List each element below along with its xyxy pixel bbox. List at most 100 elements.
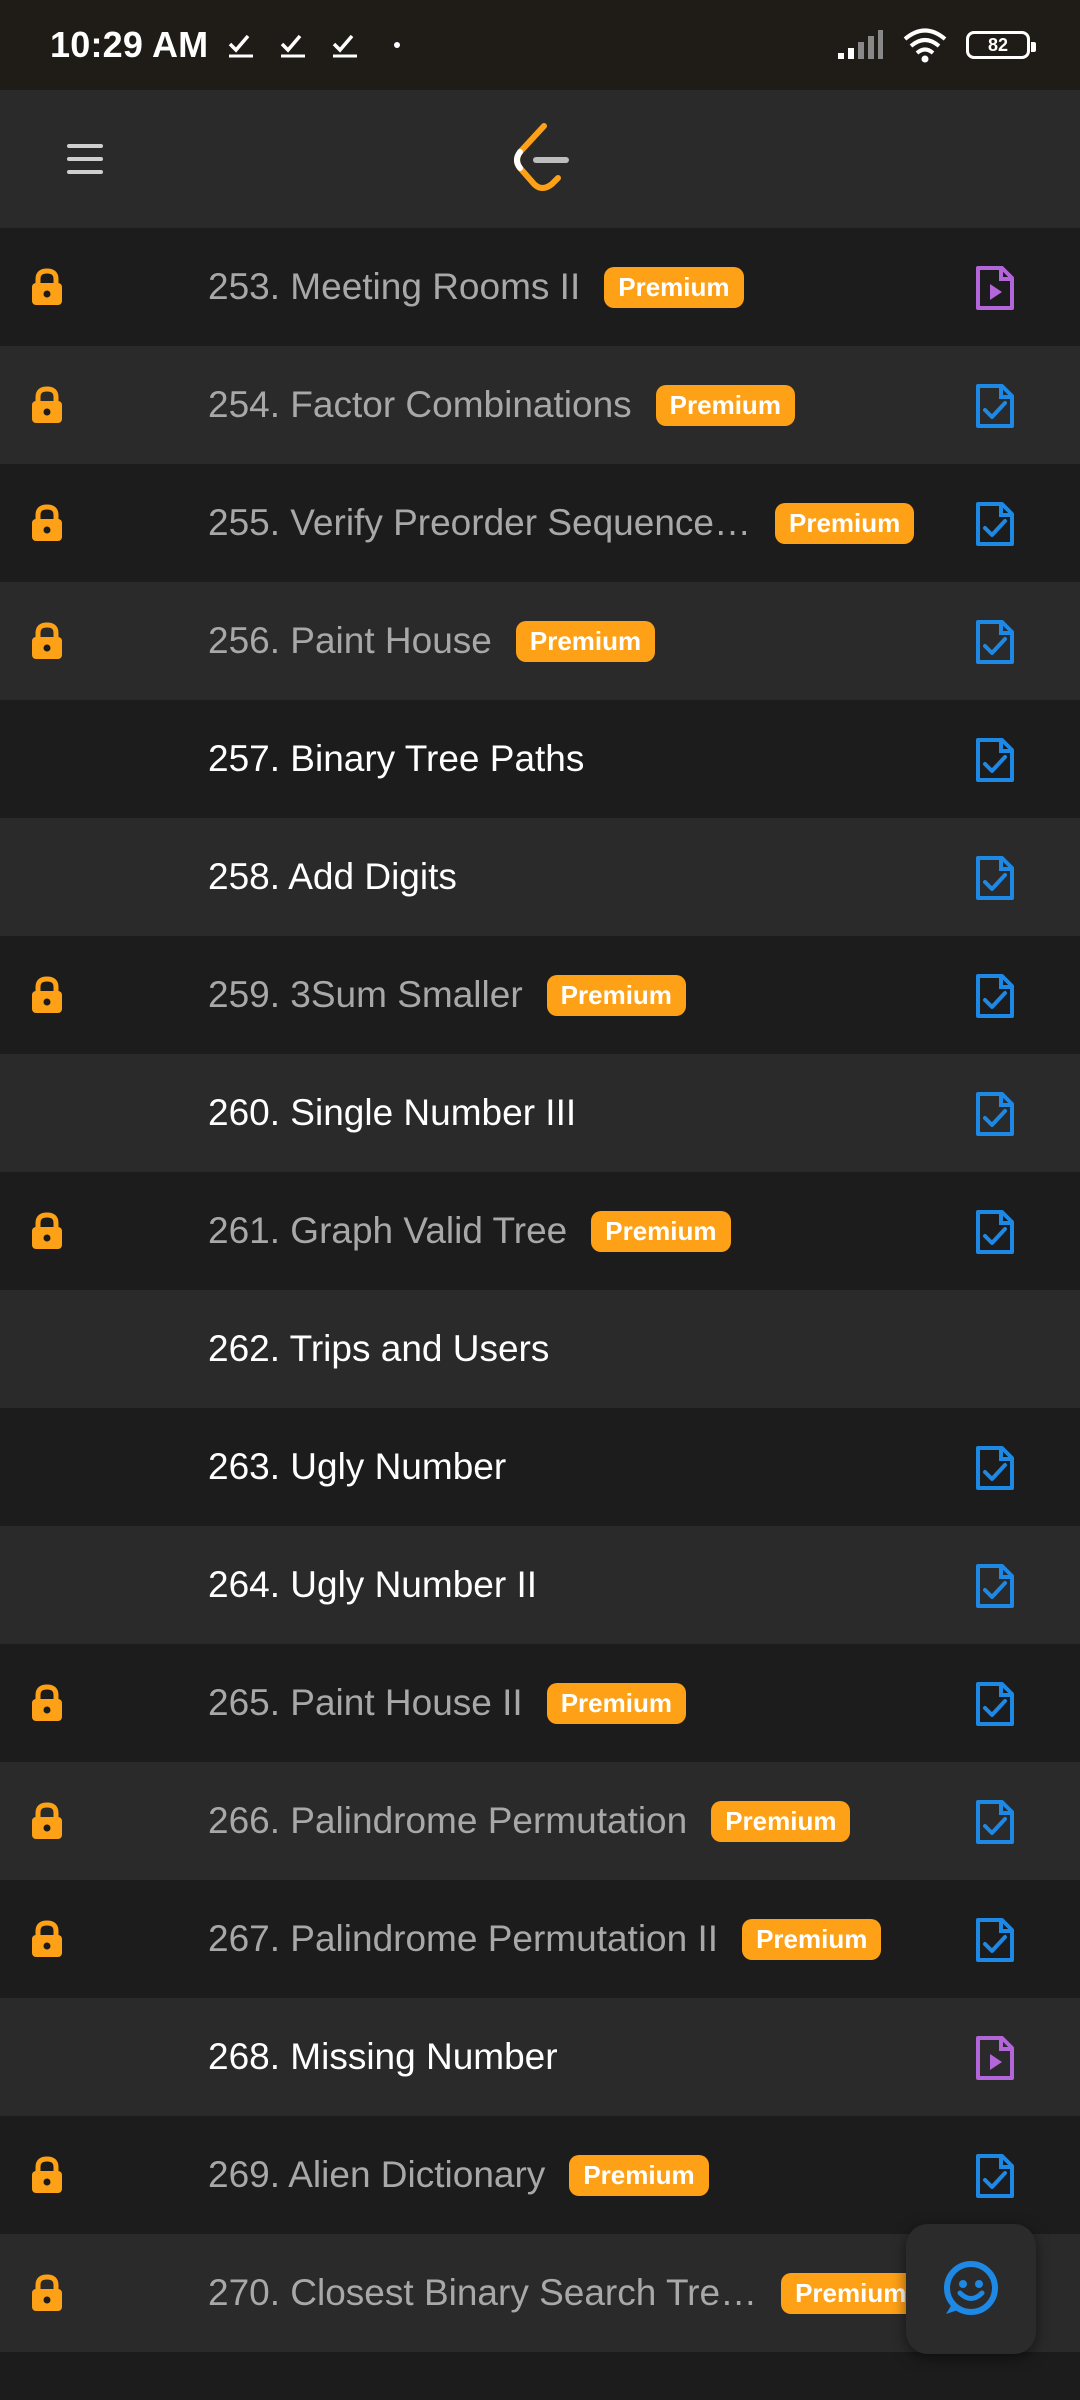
problem-row[interactable]: 257. Binary Tree Paths bbox=[0, 700, 1080, 818]
chat-smile-icon bbox=[944, 2261, 998, 2315]
hamburger-menu-icon bbox=[67, 144, 103, 174]
lock-icon bbox=[32, 504, 62, 541]
problem-row[interactable]: 259. 3Sum Smaller Premium bbox=[0, 936, 1080, 1054]
problem-row[interactable]: 260. Single Number III bbox=[0, 1054, 1080, 1172]
problem-title: 259. 3Sum Smaller bbox=[208, 974, 523, 1015]
problem-title-wrap: 269. Alien Dictionary Premium bbox=[208, 2116, 709, 2234]
problem-title-wrap: 261. Graph Valid Tree Premium bbox=[208, 1172, 731, 1290]
problem-title-wrap: 260. Single Number III bbox=[208, 1054, 576, 1172]
problem-title: 256. Paint House bbox=[208, 620, 492, 661]
problem-title: 254. Factor Combinations bbox=[208, 384, 632, 425]
problem-title: 261. Graph Valid Tree bbox=[208, 1210, 568, 1251]
lock-icon bbox=[32, 268, 62, 305]
problem-title-wrap: 264. Ugly Number II bbox=[208, 1526, 537, 1644]
premium-badge: Premium bbox=[711, 1800, 851, 1842]
problem-row[interactable]: 268. Missing Number bbox=[0, 1998, 1080, 2116]
doc-solution-icon[interactable] bbox=[972, 736, 1018, 784]
premium-badge: Premium bbox=[742, 1918, 882, 1960]
lock-icon bbox=[32, 1802, 62, 1839]
doc-solution-icon[interactable] bbox=[972, 1444, 1018, 1492]
premium-badge: Premium bbox=[655, 384, 795, 426]
check-notification-icon bbox=[333, 34, 358, 58]
video-solution-icon[interactable] bbox=[972, 264, 1018, 312]
lock-icon bbox=[32, 386, 62, 423]
problem-row[interactable]: 255. Verify Preorder Sequence… Premium bbox=[0, 464, 1080, 582]
more-notifications-dot bbox=[394, 42, 401, 48]
doc-solution-icon[interactable] bbox=[972, 854, 1018, 902]
problem-row[interactable]: 265. Paint House II Premium bbox=[0, 1644, 1080, 1762]
doc-solution-icon[interactable] bbox=[972, 1208, 1018, 1256]
premium-badge: Premium bbox=[546, 1682, 686, 1724]
doc-solution-icon[interactable] bbox=[972, 972, 1018, 1020]
problem-title-wrap: 254. Factor Combinations Premium bbox=[208, 346, 795, 464]
problem-title: 258. Add Digits bbox=[208, 856, 457, 897]
app-bar bbox=[0, 90, 1080, 228]
problem-row[interactable]: 263. Ugly Number bbox=[0, 1408, 1080, 1526]
problem-title-wrap: 265. Paint House II Premium bbox=[208, 1644, 686, 1762]
check-notification-icon bbox=[281, 34, 306, 58]
doc-solution-icon[interactable] bbox=[972, 1562, 1018, 1610]
leetcode-logo-icon[interactable] bbox=[510, 122, 572, 192]
premium-badge: Premium bbox=[604, 266, 744, 308]
problem-title: 268. Missing Number bbox=[208, 2036, 558, 2077]
wifi-icon bbox=[903, 28, 947, 63]
problem-row[interactable]: 267. Palindrome Permutation II Premium bbox=[0, 1880, 1080, 1998]
lock-icon bbox=[32, 2156, 62, 2193]
problem-title-wrap: 268. Missing Number bbox=[208, 1998, 558, 2116]
problem-row[interactable]: 262. Trips and Users bbox=[0, 1290, 1080, 1408]
problem-title-wrap: 255. Verify Preorder Sequence… Premium bbox=[208, 464, 915, 582]
problem-title-wrap: 263. Ugly Number bbox=[208, 1408, 506, 1526]
premium-badge: Premium bbox=[781, 2272, 921, 2314]
problem-title: 269. Alien Dictionary bbox=[208, 2154, 546, 2195]
problem-row[interactable]: 256. Paint House Premium bbox=[0, 582, 1080, 700]
problem-title-wrap: 257. Binary Tree Paths bbox=[208, 700, 584, 818]
lock-icon bbox=[32, 2274, 62, 2311]
problem-title: 267. Palindrome Permutation II bbox=[208, 1918, 719, 1959]
problem-title: 264. Ugly Number II bbox=[208, 1564, 538, 1605]
lock-icon bbox=[32, 1684, 62, 1721]
status-bar: 10:29 AM 82 bbox=[0, 0, 1080, 90]
premium-badge: Premium bbox=[775, 502, 915, 544]
problem-title-wrap: 262. Trips and Users bbox=[208, 1290, 549, 1408]
video-solution-icon[interactable] bbox=[972, 2034, 1018, 2082]
problem-row[interactable]: 261. Graph Valid Tree Premium bbox=[0, 1172, 1080, 1290]
problem-row[interactable]: 258. Add Digits bbox=[0, 818, 1080, 936]
doc-solution-icon[interactable] bbox=[972, 618, 1018, 666]
doc-solution-icon[interactable] bbox=[972, 1680, 1018, 1728]
doc-solution-icon[interactable] bbox=[972, 500, 1018, 548]
feedback-button[interactable] bbox=[906, 2224, 1036, 2354]
problem-title: 253. Meeting Rooms II bbox=[208, 266, 581, 307]
lock-icon bbox=[32, 976, 62, 1013]
check-notification-icon bbox=[229, 34, 254, 58]
problem-title: 260. Single Number III bbox=[208, 1092, 577, 1133]
signal-icon bbox=[838, 30, 883, 59]
problem-title: 262. Trips and Users bbox=[208, 1328, 550, 1369]
problem-row[interactable]: 266. Palindrome Permutation Premium bbox=[0, 1762, 1080, 1880]
problem-row[interactable]: 254. Factor Combinations Premium bbox=[0, 346, 1080, 464]
lock-icon bbox=[32, 1920, 62, 1957]
doc-solution-icon[interactable] bbox=[972, 1798, 1018, 1846]
problem-title: 257. Binary Tree Paths bbox=[208, 738, 585, 779]
doc-solution-icon[interactable] bbox=[972, 382, 1018, 430]
problem-title: 263. Ugly Number bbox=[208, 1446, 507, 1487]
battery-level: 82 bbox=[987, 34, 1009, 55]
problem-title-wrap: 256. Paint House Premium bbox=[208, 582, 656, 700]
problem-row[interactable]: 264. Ugly Number II bbox=[0, 1526, 1080, 1644]
problem-title-wrap: 258. Add Digits bbox=[208, 818, 457, 936]
problem-title: 266. Palindrome Permutation bbox=[208, 1800, 688, 1841]
lock-icon bbox=[32, 622, 62, 659]
doc-solution-icon[interactable] bbox=[972, 1090, 1018, 1138]
problem-title-wrap: 253. Meeting Rooms II Premium bbox=[208, 228, 744, 346]
doc-solution-icon[interactable] bbox=[972, 1916, 1018, 1964]
problem-title: 255. Verify Preorder Sequence… bbox=[208, 502, 751, 543]
problem-row[interactable]: 269. Alien Dictionary Premium bbox=[0, 2116, 1080, 2234]
battery-icon: 82 bbox=[966, 31, 1036, 59]
doc-solution-icon[interactable] bbox=[972, 2152, 1018, 2200]
premium-badge: Premium bbox=[591, 1210, 731, 1252]
lock-icon bbox=[32, 1212, 62, 1249]
problem-row[interactable]: 253. Meeting Rooms II Premium bbox=[0, 228, 1080, 346]
problem-title-wrap: 267. Palindrome Permutation II Premium bbox=[208, 1880, 882, 1998]
premium-badge: Premium bbox=[546, 974, 686, 1016]
system-icons: 82 bbox=[836, 27, 1036, 63]
menu-button[interactable] bbox=[40, 114, 130, 204]
